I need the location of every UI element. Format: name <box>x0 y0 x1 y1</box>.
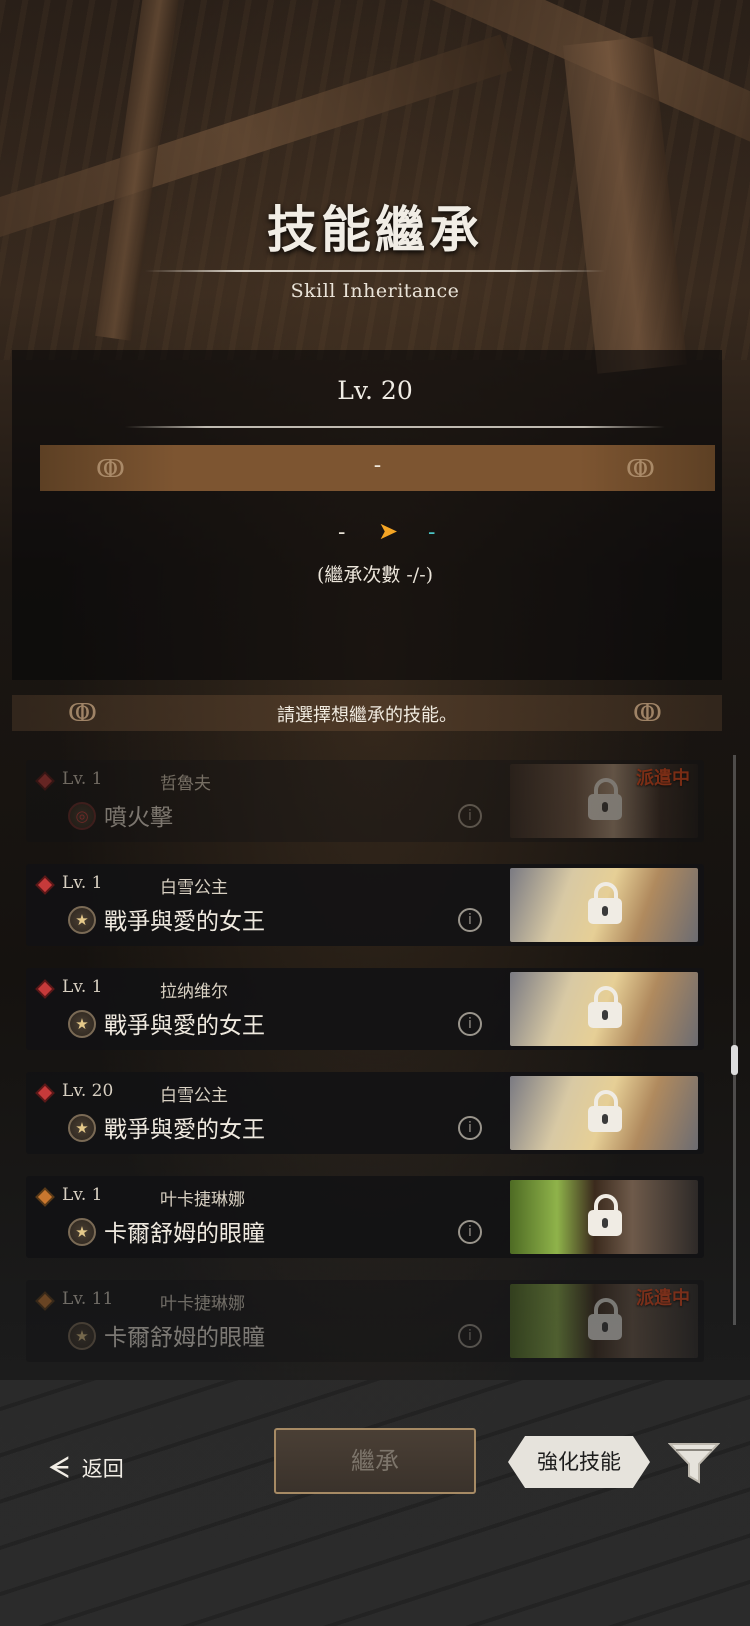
page-subtitle: Skill Inheritance <box>290 280 460 302</box>
info-icon[interactable]: i <box>458 1012 482 1036</box>
page-title: 技能繼承 <box>267 200 483 259</box>
star-icon: ★ <box>68 1114 96 1142</box>
skill-name: 戰爭與愛的女王 <box>104 1013 265 1039</box>
skill-card[interactable]: Lv. 11 叶卡捷琳娜 ★ 卡爾舒姆的眼瞳 i 派遣中 <box>26 1280 704 1362</box>
rarity-gem-icon <box>37 981 53 997</box>
skill-name: 噴火擊 <box>104 805 173 831</box>
skill-owner: 拉纳维尔 <box>160 982 228 1002</box>
skill-level: Lv. 1 <box>62 977 103 997</box>
character-portrait <box>510 1180 698 1254</box>
skill-owner: 叶卡捷琳娜 <box>160 1190 245 1210</box>
skill-owner: 白雪公主 <box>160 878 228 898</box>
star-icon: ★ <box>68 1322 96 1350</box>
character-portrait <box>510 868 698 942</box>
skill-level: Lv. 20 <box>62 1081 114 1101</box>
info-icon[interactable]: i <box>458 1116 482 1140</box>
info-icon[interactable]: i <box>458 1220 482 1244</box>
target-skill-name: - <box>373 453 382 478</box>
skill-card[interactable]: Lv. 1 叶卡捷琳娜 ★ 卡爾舒姆的眼瞳 i <box>26 1176 704 1258</box>
star-icon: ★ <box>68 1010 96 1038</box>
character-portrait <box>510 972 698 1046</box>
star-icon: ★ <box>68 1218 96 1246</box>
target-skill-name-bar: ↂ - ↂ <box>40 445 715 491</box>
lock-icon <box>588 1298 622 1342</box>
back-arrow-icon: ᗕ <box>48 1450 70 1486</box>
info-icon[interactable]: i <box>458 908 482 932</box>
skill-name: 戰爭與愛的女王 <box>104 909 265 935</box>
skill-level: Lv. 1 <box>62 1185 103 1205</box>
skill-level: Lv. 11 <box>62 1289 114 1309</box>
ornament-right-icon: ↂ <box>633 699 662 727</box>
skill-name: 卡爾舒姆的眼瞳 <box>104 1325 265 1351</box>
skill-owner: 哲魯夫 <box>160 774 211 794</box>
lock-icon <box>588 1194 622 1238</box>
skill-name: 卡爾舒姆的眼瞳 <box>104 1221 265 1247</box>
rarity-gem-icon <box>37 877 53 893</box>
rarity-gem-icon <box>37 1293 53 1309</box>
info-icon[interactable]: i <box>458 804 482 828</box>
back-label: 返回 <box>81 1457 124 1481</box>
character-portrait: 派遣中 <box>510 1284 698 1358</box>
character-portrait: 派遣中 <box>510 764 698 838</box>
rarity-gem-icon <box>37 773 53 789</box>
skill-level: Lv. 1 <box>62 873 103 893</box>
stone-floor <box>0 1380 750 1626</box>
lock-icon <box>588 1090 622 1134</box>
prompt-bar: ↂ 請選擇想繼承的技能。 ↂ <box>12 695 722 731</box>
target-level: Lv. 20 <box>337 376 413 405</box>
lock-icon <box>588 986 622 1030</box>
character-portrait <box>510 1076 698 1150</box>
skill-owner: 叶卡捷琳娜 <box>160 1294 245 1314</box>
inherit-count: (繼承次數 -/-) <box>316 564 434 586</box>
skill-name: 戰爭與愛的女王 <box>104 1117 265 1143</box>
arrow-right-icon: ➤ <box>378 517 399 545</box>
transfer-to-value: - <box>428 520 436 545</box>
transfer-from-value: - <box>338 520 346 545</box>
back-button[interactable]: ᗕ 返回 <box>48 1448 124 1488</box>
skill-card[interactable]: Lv. 1 拉纳维尔 ★ 戰爭與愛的女王 i <box>26 968 704 1050</box>
lock-icon <box>588 882 622 926</box>
rarity-gem-icon <box>37 1189 53 1205</box>
inherit-button[interactable]: 繼承 <box>274 1428 476 1494</box>
enhance-skill-button[interactable]: 強化技能 <box>508 1436 650 1488</box>
fire-target-icon: ◎ <box>68 802 96 830</box>
prompt-text: 請選擇想繼承的技能。 <box>277 705 457 726</box>
skill-card[interactable]: Lv. 1 哲魯夫 ◎ 噴火擊 i 派遣中 <box>26 760 704 842</box>
filter-icon[interactable] <box>668 1440 720 1486</box>
skill-owner: 白雪公主 <box>160 1086 228 1106</box>
skill-list[interactable]: Lv. 1 哲魯夫 ◎ 噴火擊 i 派遣中 Lv. 1 白雪公主 ★ 戰爭與愛的女王 i Lv. 1 拉… <box>20 760 710 1380</box>
title-divider <box>145 270 605 272</box>
dispatch-status-badge: 派遣中 <box>636 768 690 789</box>
ornament-right-icon: ↂ <box>626 455 655 483</box>
level-divider <box>125 426 665 428</box>
scrollbar-thumb[interactable] <box>731 1045 738 1075</box>
dispatch-status-badge: 派遣中 <box>636 1288 690 1309</box>
scrollbar-track[interactable] <box>733 755 736 1325</box>
rarity-gem-icon <box>37 1085 53 1101</box>
lock-icon <box>588 778 622 822</box>
skill-card[interactable]: Lv. 20 白雪公主 ★ 戰爭與愛的女王 i <box>26 1072 704 1154</box>
skill-card[interactable]: Lv. 1 白雪公主 ★ 戰爭與愛的女王 i <box>26 864 704 946</box>
star-icon: ★ <box>68 906 96 934</box>
skill-level: Lv. 1 <box>62 769 103 789</box>
info-icon[interactable]: i <box>458 1324 482 1348</box>
